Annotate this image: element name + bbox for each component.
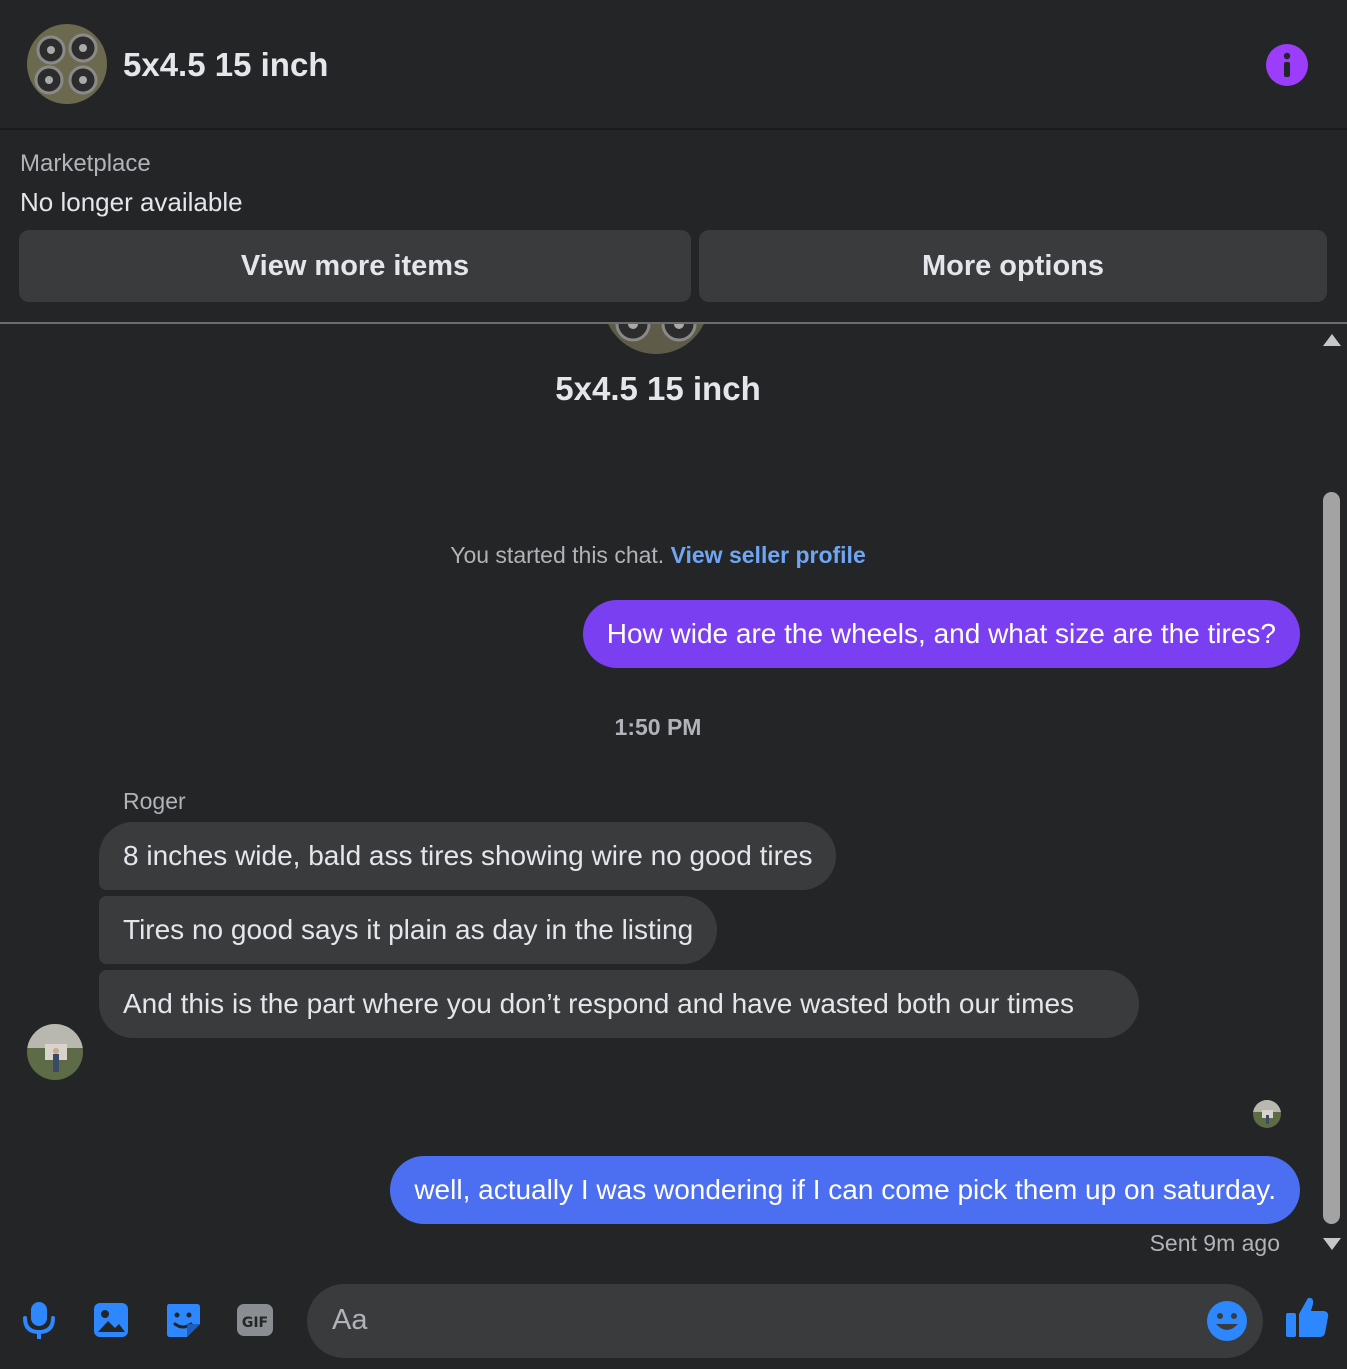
marketplace-panel: Marketplace No longer available View mor… (0, 132, 1347, 322)
read-receipt-avatar (1253, 1100, 1281, 1128)
listing-title: 5x4.5 15 inch (555, 370, 761, 407)
message-thread[interactable]: 5x4.5 15 inch You started this chat. Vie… (0, 324, 1316, 1264)
scrollbar-thumb[interactable] (1323, 492, 1340, 1224)
sender-avatar[interactable] (27, 1024, 83, 1080)
listing-thumbnail[interactable] (27, 24, 107, 104)
sender-name: Roger (123, 788, 186, 814)
message-input[interactable]: Aa (307, 1284, 1263, 1358)
conversation-title[interactable]: 5x4.5 15 inch (123, 46, 328, 84)
message-bubble-sent[interactable]: How wide are the wheels, and what size a… (582, 600, 1300, 668)
conversation-header: 5x4.5 15 inch (0, 0, 1347, 130)
availability-status: No longer available (20, 187, 243, 217)
thumbs-up-icon[interactable] (1284, 1294, 1330, 1340)
svg-text:GIF: GIF (242, 1315, 268, 1331)
message-timestamp: 1:50 PM (614, 714, 702, 740)
more-options-button[interactable]: More options (699, 230, 1327, 302)
message-input-placeholder: Aa (332, 1304, 368, 1336)
scroll-down-arrow-icon[interactable] (1323, 1238, 1341, 1250)
message-bubble-received[interactable]: Tires no good says it plain as day in th… (99, 896, 718, 964)
message-composer: GIF Aa (0, 1264, 1347, 1369)
scroll-up-arrow-icon[interactable] (1323, 334, 1341, 346)
listing-photo (603, 324, 709, 354)
message-bubble-sent[interactable]: well, actually I was wondering if I can … (390, 1156, 1300, 1224)
sent-status: Sent 9m ago (1149, 1230, 1280, 1256)
message-bubble-received[interactable]: And this is the part where you don’t res… (99, 970, 1139, 1038)
view-more-items-button[interactable]: View more items (19, 230, 691, 302)
marketplace-label: Marketplace (20, 150, 151, 177)
sticker-icon[interactable] (163, 1300, 203, 1340)
emoji-icon[interactable] (1205, 1299, 1249, 1343)
chat-started-notice: You started this chat. View seller profi… (0, 542, 1316, 569)
image-icon[interactable] (91, 1300, 131, 1340)
scrollbar[interactable] (1316, 324, 1347, 1264)
gif-icon[interactable]: GIF (235, 1300, 275, 1340)
view-seller-profile-link[interactable]: View seller profile (671, 542, 866, 568)
info-icon[interactable] (1266, 44, 1308, 86)
chat-started-text: You started this chat. (450, 542, 665, 568)
message-bubble-received[interactable]: 8 inches wide, bald ass tires showing wi… (99, 822, 837, 890)
microphone-icon[interactable] (19, 1300, 59, 1340)
